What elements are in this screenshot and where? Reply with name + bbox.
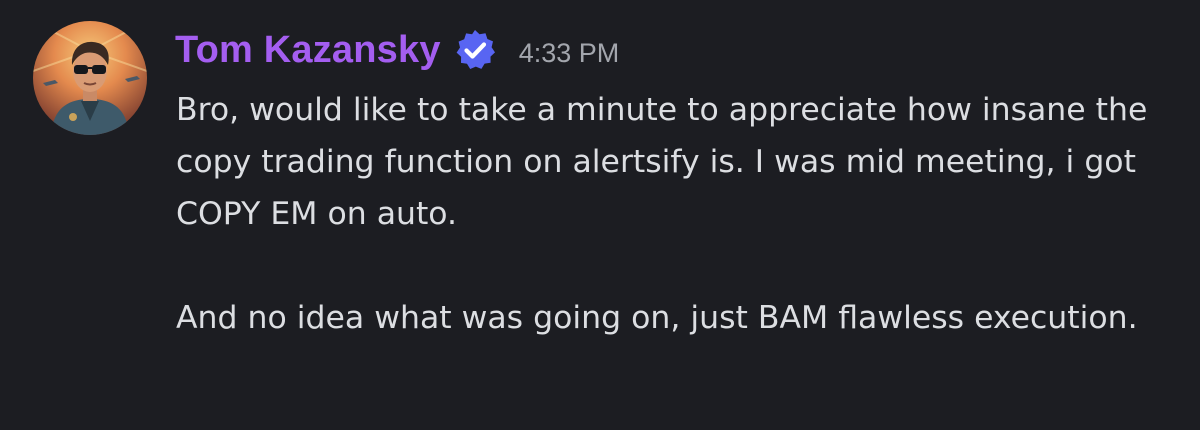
- message-paragraph: And no idea what was going on, just BAM …: [176, 300, 1138, 336]
- chat-message: Tom Kazansky 4:33 PM Bro, would like to …: [0, 0, 1200, 430]
- message-header: Tom Kazansky 4:33 PM: [175, 22, 619, 78]
- verified-badge-icon: [453, 28, 497, 72]
- message-content: Bro, would like to take a minute to appr…: [176, 84, 1166, 344]
- author-name[interactable]: Tom Kazansky: [175, 29, 441, 72]
- message-timestamp: 4:33 PM: [518, 37, 620, 68]
- pilot-avatar-icon: [33, 21, 147, 135]
- user-avatar[interactable]: [33, 21, 147, 135]
- message-paragraph: Bro, would like to take a minute to appr…: [176, 92, 1148, 232]
